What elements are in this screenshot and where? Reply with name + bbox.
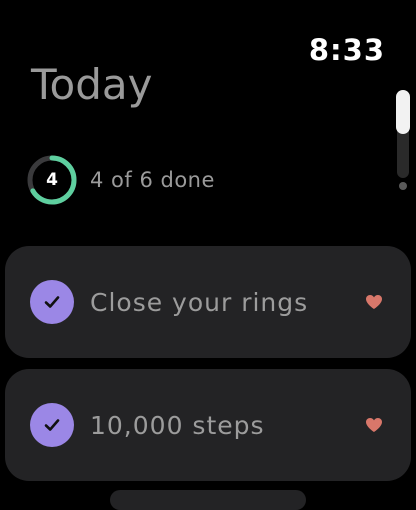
scroll-dot <box>399 182 407 190</box>
task-card-steps[interactable]: 10,000 steps <box>5 369 411 481</box>
scroll-thumb[interactable] <box>396 90 410 134</box>
scroll-indicator[interactable] <box>396 90 410 200</box>
clock-time: 8:33 <box>308 33 385 67</box>
task-label: Close your rings <box>90 287 309 317</box>
progress-label: 4 of 6 done <box>90 168 215 192</box>
page-title: Today <box>31 60 153 109</box>
checkmark-icon[interactable] <box>30 403 74 447</box>
progress-count: 4 <box>46 170 58 190</box>
heart-icon <box>366 418 382 432</box>
task-card-partial[interactable] <box>110 490 306 510</box>
task-label: 10,000 steps <box>90 410 265 440</box>
progress-summary: 4 4 of 6 done <box>26 154 215 206</box>
task-card-close-rings[interactable]: Close your rings <box>5 246 411 358</box>
progress-ring: 4 <box>26 154 78 206</box>
heart-icon <box>366 295 382 309</box>
checkmark-icon[interactable] <box>30 280 74 324</box>
